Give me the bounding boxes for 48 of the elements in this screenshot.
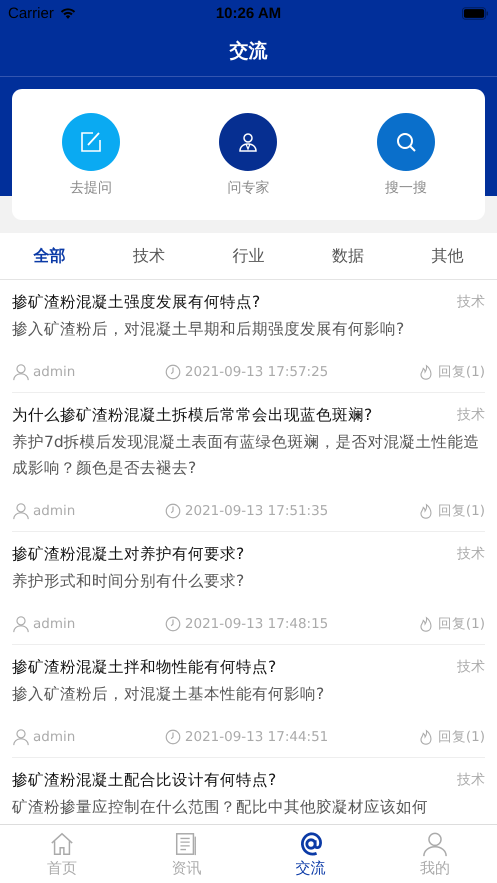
clock-icon — [164, 728, 182, 746]
post-author: admin — [33, 503, 76, 519]
post-category: 技术 — [457, 545, 485, 564]
post-time: 2021-09-13 17:44:51 — [184, 729, 328, 745]
post-category: 技术 — [457, 771, 485, 790]
wifi-icon — [58, 6, 77, 20]
user-icon — [12, 615, 30, 633]
at-tab[interactable]: 交流 — [248, 825, 373, 883]
category-tab[interactable]: 数据 — [298, 233, 398, 279]
user-icon — [422, 830, 448, 856]
post-category: 技术 — [457, 406, 485, 425]
post-time: 2021-09-13 17:57:25 — [184, 364, 328, 380]
post-title[interactable]: 掺矿渣粉混凝土强度发展有何特点? — [12, 290, 260, 314]
search-action[interactable]: 搜一搜 — [356, 112, 456, 196]
category-tab[interactable]: 全部 — [0, 233, 100, 279]
user-icon — [12, 363, 30, 381]
clock-icon — [164, 363, 182, 381]
post-summary: 养护7d拆模后发现混凝土表面有蓝绿色斑斓，是否对混凝土性能造成影响？颜色是否去褪去? — [12, 432, 481, 479]
edit-icon — [78, 130, 103, 154]
post-time: 2021-09-13 17:51:35 — [184, 503, 328, 519]
post-author: admin — [33, 729, 76, 745]
user-icon — [12, 728, 30, 746]
ask-action[interactable]: 去提问 — [40, 112, 141, 196]
post-author: admin — [33, 616, 76, 632]
post-summary: 掺入矿渣粉后，对混凝土早期和后期强度发展有何影响? — [12, 319, 406, 340]
post-title[interactable]: 掺矿渣粉混凝土对养护有何要求? — [12, 542, 244, 566]
post-author: admin — [33, 364, 76, 380]
post-summary: 养护形式和时间分别有什么要求? — [12, 571, 246, 592]
page-title: 交流 — [230, 39, 268, 64]
post-time: 2021-09-13 17:48:15 — [184, 616, 328, 632]
expert-action[interactable]: 问专家 — [198, 112, 298, 196]
post-title[interactable]: 掺矿渣粉混凝土配合比设计有何特点? — [12, 768, 276, 792]
post-summary: 掺入矿渣粉后，对混凝土基本性能有何影响? — [12, 684, 326, 705]
carrier-label: Carrier — [8, 4, 54, 22]
category-tab[interactable]: 其他 — [398, 233, 497, 279]
home-icon — [49, 830, 76, 856]
post-title[interactable]: 为什么掺矿渣粉混凝土拆模后常常会出现蓝色斑斓? — [12, 403, 372, 427]
post-title[interactable]: 掺矿渣粉混凝土拌和物性能有何特点? — [12, 655, 276, 679]
clock-icon — [164, 615, 182, 633]
clock-icon — [164, 502, 182, 520]
user-icon — [12, 502, 30, 520]
post-summary: 矿渣粉掺量应控制在什么范围？配比中其他胶凝材应该如何 — [12, 797, 429, 818]
post-category: 技术 — [457, 658, 485, 677]
battery-icon — [462, 6, 489, 20]
clock-time: 10:26 AM — [214, 4, 282, 22]
category-tab[interactable]: 技术 — [99, 233, 199, 279]
post-category: 技术 — [457, 293, 485, 312]
category-tab[interactable]: 行业 — [198, 233, 298, 279]
